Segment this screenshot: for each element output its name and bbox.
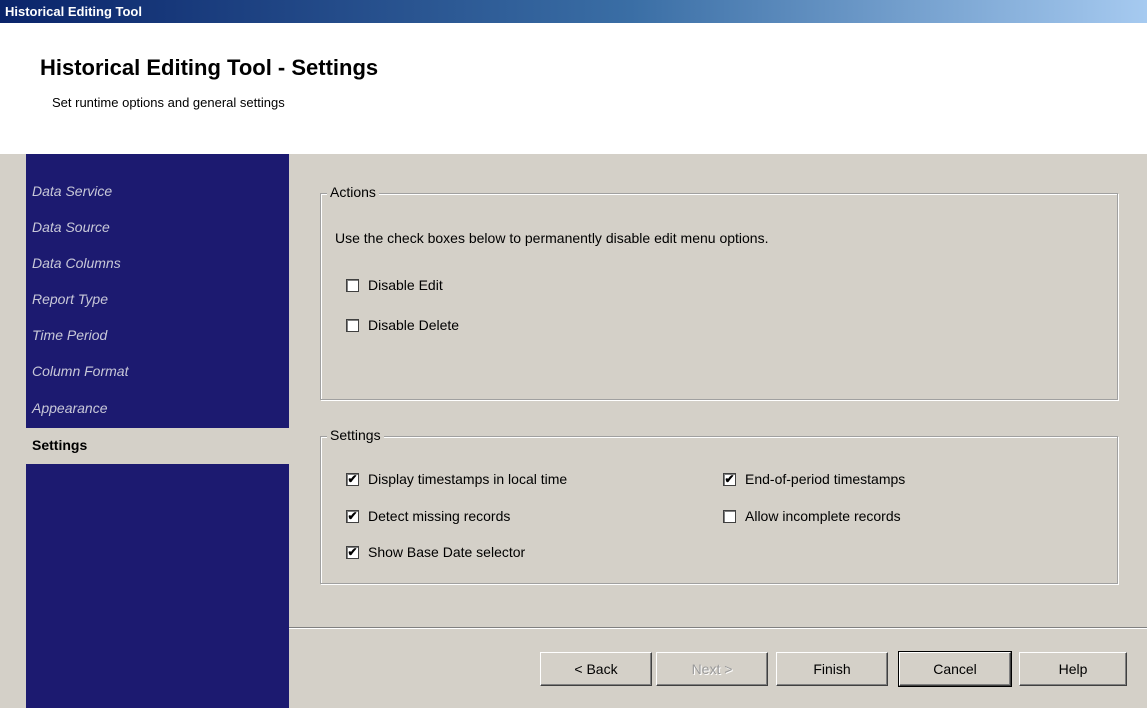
end-of-period-option[interactable]: ✔ End-of-period timestamps — [723, 471, 905, 487]
actions-description: Use the check boxes below to permanently… — [335, 230, 769, 246]
allow-incomplete-checkbox[interactable] — [723, 509, 736, 523]
window-title-bar[interactable]: Historical Editing Tool — [0, 0, 1147, 23]
local-time-checkbox[interactable]: ✔ — [346, 471, 359, 486]
help-button-label: Help — [1058, 661, 1088, 677]
next-button-label: Next > — [691, 661, 733, 677]
settings-legend: Settings — [327, 427, 384, 443]
detect-missing-label: Detect missing records — [368, 508, 511, 524]
disable-delete-option[interactable]: Disable Delete — [346, 317, 459, 333]
sidebar-item-time-period[interactable]: Time Period — [26, 318, 289, 352]
next-button[interactable]: Next > — [656, 652, 768, 686]
checkmark-icon — [347, 280, 358, 291]
sidebar-item-data-source[interactable]: Data Source — [26, 210, 289, 244]
wizard-header: Historical Editing Tool - Settings Set r… — [0, 23, 1147, 154]
actions-groupbox: Actions Use the check boxes below to per… — [320, 184, 1118, 400]
button-separator — [289, 627, 1147, 629]
local-time-option[interactable]: ✔ Display timestamps in local time — [346, 471, 567, 487]
sidebar-item-column-format[interactable]: Column Format — [26, 354, 289, 388]
detect-missing-option[interactable]: ✔ Detect missing records — [346, 508, 510, 524]
cancel-button-label: Cancel — [933, 661, 977, 677]
settings-groupbox: Settings ✔ Display timestamps in local t… — [320, 427, 1118, 584]
page-subtitle: Set runtime options and general settings — [52, 95, 285, 110]
end-of-period-label: End-of-period timestamps — [745, 471, 906, 487]
finish-button-label: Finish — [813, 661, 851, 677]
sidebar-item-data-columns[interactable]: Data Columns — [26, 246, 289, 280]
checkmark-icon — [347, 320, 358, 331]
help-button[interactable]: Help — [1019, 652, 1127, 686]
page-title: Historical Editing Tool - Settings — [40, 55, 379, 80]
actions-legend: Actions — [327, 184, 379, 200]
sidebar-item-report-type[interactable]: Report Type — [26, 282, 289, 316]
disable-edit-checkbox[interactable] — [346, 278, 359, 292]
sidebar-item-data-service[interactable]: Data Service — [26, 174, 289, 208]
disable-edit-label: Disable Edit — [368, 277, 443, 293]
sidebar-item-appearance[interactable]: Appearance — [26, 391, 289, 425]
window-title: Historical Editing Tool — [5, 4, 142, 19]
base-date-option[interactable]: ✔ Show Base Date selector — [346, 544, 525, 560]
disable-delete-label: Disable Delete — [368, 317, 460, 333]
wizard-steps-sidebar: Data Service Data Source Data Columns Re… — [26, 154, 289, 708]
disable-delete-checkbox[interactable] — [346, 318, 359, 332]
base-date-checkbox[interactable]: ✔ — [346, 544, 359, 559]
checkmark-icon: ✔ — [347, 471, 358, 486]
allow-incomplete-label: Allow incomplete records — [745, 508, 901, 524]
disable-edit-option[interactable]: Disable Edit — [346, 277, 443, 293]
allow-incomplete-option[interactable]: Allow incomplete records — [723, 508, 901, 524]
detect-missing-checkbox[interactable]: ✔ — [346, 508, 359, 523]
checkmark-icon — [724, 511, 735, 522]
end-of-period-checkbox[interactable]: ✔ — [723, 471, 736, 486]
back-button-label: < Back — [574, 661, 618, 677]
main-panel: Actions Use the check boxes below to per… — [289, 154, 1147, 708]
checkmark-icon: ✔ — [724, 471, 735, 486]
checkmark-icon: ✔ — [347, 544, 358, 559]
back-button[interactable]: < Back — [540, 652, 652, 686]
base-date-label: Show Base Date selector — [368, 544, 526, 560]
cancel-button[interactable]: Cancel — [898, 651, 1012, 687]
finish-button[interactable]: Finish — [776, 652, 888, 686]
sidebar-item-settings[interactable]: Settings — [26, 428, 289, 464]
local-time-label: Display timestamps in local time — [368, 471, 568, 487]
checkmark-icon: ✔ — [347, 508, 358, 523]
